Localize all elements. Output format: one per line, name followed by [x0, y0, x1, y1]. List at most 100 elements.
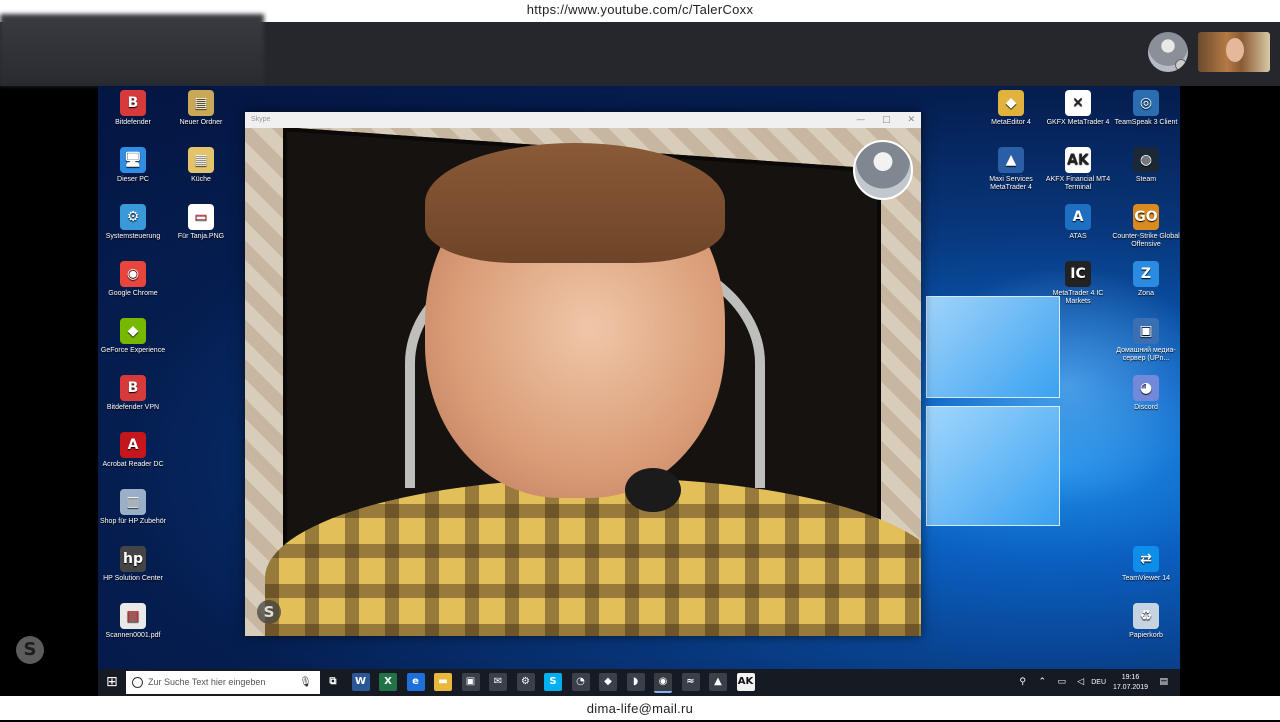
edge-taskbar-icon[interactable]: e: [406, 673, 425, 691]
desktop-icon-label: Discord: [1134, 404, 1158, 411]
desktop-icon-label: ATAS: [1069, 233, 1087, 240]
skype-logo-icon: S: [16, 636, 44, 664]
desktop-icon[interactable]: ◆ GeForce Experience: [98, 318, 168, 355]
clock-date: 17.07.2019: [1112, 684, 1148, 691]
desktop-icon[interactable]: ▣ Домашний медиа-сервер (UPn...: [1111, 318, 1180, 363]
volume-icon[interactable]: ◁: [1077, 676, 1084, 688]
teamspeak-3-client-icon: ◎: [1133, 90, 1159, 116]
chevron-up-icon[interactable]: ⌃: [1038, 676, 1046, 688]
maximize-button[interactable]: □: [882, 115, 891, 125]
notifications-icon[interactable]: ▤: [1159, 676, 1168, 688]
contact-email[interactable]: dima-life@mail.ru: [587, 701, 693, 716]
headset-microphone: [625, 468, 681, 512]
metatrader-4-ic-markets-icon: IC: [1065, 261, 1091, 287]
desktop-icon[interactable]: AK AKFX Financial MT4 Terminal: [1043, 147, 1113, 192]
metaeditor-4-icon: ◆: [998, 90, 1024, 116]
akfx-taskbar-icon[interactable]: AK: [736, 673, 755, 691]
papierkorb-icon: ♻: [1133, 603, 1159, 629]
counter-strike-global-offensive-icon: GO: [1133, 204, 1159, 230]
desktop-icon[interactable]: ◎ TeamSpeak 3 Client: [1111, 90, 1180, 127]
desktop-icon[interactable]: ◕ Discord: [1111, 375, 1180, 412]
desktop-icon[interactable]: ◆ MetaEditor 4: [976, 90, 1046, 127]
participant-video-thumbnail[interactable]: [1198, 32, 1270, 72]
desktop-icon[interactable]: ✕ GKFX MetaTrader 4: [1043, 90, 1113, 127]
microphone-icon[interactable]: 🎙: [299, 671, 312, 694]
participant-avatar[interactable]: [1148, 32, 1188, 72]
desktop-icon-label: GKFX MetaTrader 4: [1046, 119, 1110, 126]
person-hair: [425, 143, 725, 263]
desktop-icon-label: Steam: [1135, 176, 1157, 183]
desktop-icon[interactable]: ▭ Für Tanja.PNG: [166, 204, 236, 241]
wallpaper-pane-upper: [926, 296, 1060, 398]
maxi-mt4-taskbar-icon[interactable]: ▲: [709, 673, 727, 691]
geforce-experience-icon: ◆: [120, 318, 146, 344]
metatrader-taskbar-icon[interactable]: ≈: [681, 673, 700, 691]
start-button[interactable]: ⊞: [106, 675, 120, 689]
person-icon[interactable]: ⚲: [1019, 676, 1026, 688]
clock[interactable]: 19:16 17.07.2019: [1113, 673, 1148, 693]
desktop-icon-label: Scannen0001.pdf: [105, 632, 161, 639]
desktop-icon[interactable]: B Bitdefender: [98, 90, 168, 127]
desktop-icon[interactable]: 🖥 Dieser PC: [98, 147, 168, 184]
desktop-icon[interactable]: ⚙ Systemsteuerung: [98, 204, 168, 241]
close-button[interactable]: ✕: [907, 115, 915, 125]
skype-window[interactable]: Skype — □ ✕ S: [245, 112, 921, 636]
skype-title: Skype: [251, 116, 271, 123]
desktop-icon[interactable]: ◉ Google Chrome: [98, 261, 168, 298]
desktop-icon[interactable]: ⇄ TeamViewer 14: [1111, 546, 1180, 583]
desktop-icon-label: Maxi Services MetaTrader 4: [989, 176, 1033, 191]
desktop-icon-label: Dieser PC: [117, 176, 149, 183]
desktop-icon-label: Zona: [1138, 290, 1154, 297]
settings-taskbar-icon[interactable]: ⚙: [516, 673, 535, 691]
desktop-icon[interactable]: ▥ Shop für HP Zubehör: [98, 489, 168, 526]
excel-taskbar-icon[interactable]: X: [379, 673, 397, 691]
task-view-taskbar-icon[interactable]: ⧉: [324, 673, 342, 691]
desktop-icon[interactable]: ♻ Papierkorb: [1111, 603, 1180, 640]
desktop-icon[interactable]: ▤ Neuer Ordner: [166, 90, 236, 127]
acrobat-reader-dc-icon: A: [120, 432, 146, 458]
language-indicator[interactable]: DEU: [1091, 678, 1106, 688]
self-view-avatar[interactable]: [853, 140, 913, 200]
desktop-icon[interactable]: Z Zona: [1111, 261, 1180, 298]
store-taskbar-icon[interactable]: ▣: [461, 673, 480, 691]
search-box[interactable]: Zur Suche Text hier eingeben 🎙: [126, 671, 320, 694]
video-feed: S: [245, 128, 921, 636]
desktop-icon[interactable]: ▦ Küche: [166, 147, 236, 184]
akfx-financial-mt4-terminal-icon: AK: [1065, 147, 1091, 173]
desktop-icon-label: Neuer Ordner: [179, 119, 223, 126]
desktop-icon[interactable]: A Acrobat Reader DC: [98, 432, 168, 469]
cortana-icon: [132, 677, 143, 688]
desktop-icon-label: Google Chrome: [108, 290, 158, 297]
desktop-icon-label: Bitdefender: [115, 119, 151, 126]
metaeditor-taskbar-icon[interactable]: ◆: [599, 673, 617, 691]
desktop-icon-label: MetaEditor 4: [991, 119, 1031, 126]
channel-url[interactable]: https://www.youtube.com/c/TalerCoxx: [527, 2, 754, 17]
bottom-email-banner: dima-life@mail.ru: [0, 696, 1280, 720]
minimize-button[interactable]: —: [856, 115, 865, 125]
status-icon: [1175, 59, 1187, 71]
systemsteuerung-icon: ⚙: [120, 204, 146, 230]
desktop-icon[interactable]: A ATAS: [1043, 204, 1113, 241]
skype-taskbar-icon[interactable]: S: [544, 673, 562, 691]
f-r-tanja-png-icon: ▭: [188, 204, 214, 230]
chrome-taskbar-icon[interactable]: ◉: [654, 673, 672, 693]
zona-icon: Z: [1133, 261, 1159, 287]
skype-titlebar[interactable]: Skype — □ ✕: [245, 112, 921, 128]
desktop-icon[interactable]: hp HP Solution Center: [98, 546, 168, 583]
desktop-icon[interactable]: B Bitdefender VPN: [98, 375, 168, 412]
desktop-icon-label: TeamViewer 14: [1121, 575, 1171, 582]
car-app-taskbar-icon[interactable]: ◗: [626, 673, 645, 691]
desktop-icon[interactable]: GO Counter-Strike Global Offensive: [1111, 204, 1180, 249]
desktop-icon[interactable]: ▤ Scannen0001.pdf: [98, 603, 168, 640]
desktop-icon-label: Küche: [191, 176, 211, 183]
desktop-icon-label: Bitdefender VPN: [106, 404, 160, 411]
network-icon[interactable]: ▭: [1057, 676, 1066, 688]
cat-app-taskbar-icon[interactable]: ◔: [571, 673, 590, 691]
desktop-icon[interactable]: ▲ Maxi Services MetaTrader 4: [976, 147, 1046, 192]
desktop-icon[interactable]: IC MetaTrader 4 IC Markets: [1043, 261, 1113, 306]
explorer-taskbar-icon[interactable]: ▬: [434, 673, 452, 691]
mail-taskbar-icon[interactable]: ✉: [489, 673, 507, 691]
desktop-icon-label: AKFX Financial MT4 Terminal: [1045, 176, 1111, 191]
desktop-icon[interactable]: ◍ Steam: [1111, 147, 1180, 184]
word-taskbar-icon[interactable]: W: [351, 673, 370, 691]
